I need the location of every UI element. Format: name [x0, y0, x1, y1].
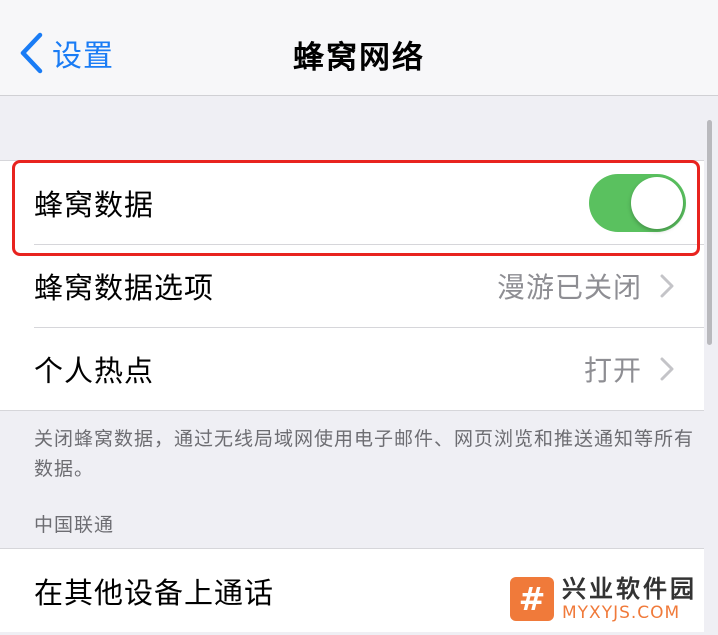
page-title: 蜂窝网络 [293, 40, 425, 76]
carrier-section-header: 中国联通 [34, 514, 115, 536]
personal-hotspot-row[interactable]: 个人热点 打开 [0, 327, 704, 410]
toggle-knob [631, 177, 683, 229]
cellular-data-toggle[interactable] [589, 174, 686, 232]
cellular-data-footnote: 关闭蜂窝数据，通过无线局域网使用电子邮件、网页浏览和推送通知等所有数据。 [34, 428, 695, 480]
cellular-data-options-value: 漫游已关闭 [496, 270, 642, 304]
watermark-text: 兴业软件园 MYXYJS.COM [562, 575, 697, 623]
chevron-right-icon [660, 357, 674, 380]
cellular-data-label: 蜂窝数据 [34, 187, 155, 222]
watermark-domain: MYXYJS.COM [562, 603, 681, 623]
navigation-bar: 设置 蜂窝网络 [0, 0, 718, 96]
watermark-title: 兴业软件园 [562, 575, 697, 603]
cellular-settings-group: 蜂窝数据 蜂窝数据选项 漫游已关闭 个人热点 打开 [0, 160, 704, 411]
personal-hotspot-value: 打开 [583, 353, 642, 387]
watermark: # 兴业软件园 MYXYJS.COM [510, 568, 710, 630]
personal-hotspot-label: 个人热点 [34, 353, 155, 388]
cellular-data-options-row[interactable]: 蜂窝数据选项 漫游已关闭 [0, 244, 704, 327]
cellular-data-options-label: 蜂窝数据选项 [34, 270, 215, 305]
scrollbar[interactable] [707, 120, 712, 345]
chevron-right-icon [660, 274, 674, 297]
cellular-data-row: 蜂窝数据 [0, 161, 704, 244]
watermark-logo: # [510, 577, 554, 621]
